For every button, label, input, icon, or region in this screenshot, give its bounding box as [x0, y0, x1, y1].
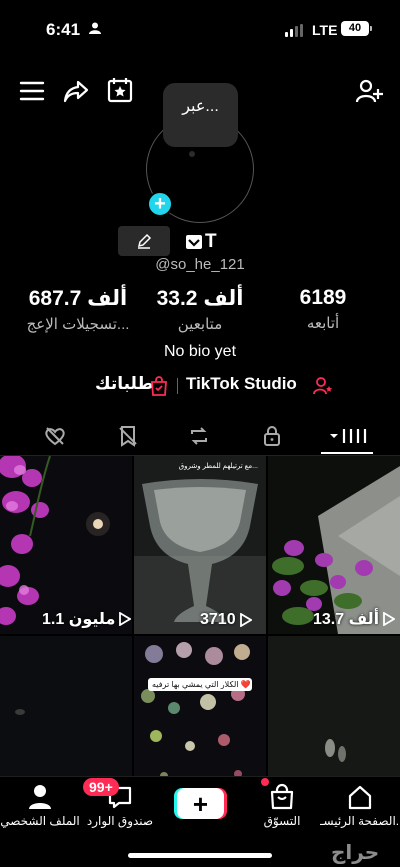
profile-name: T — [205, 231, 217, 252]
view-count: 3710 — [200, 611, 252, 629]
pencil-icon — [137, 233, 152, 249]
edit-name-button[interactable] — [118, 226, 170, 256]
nav-label: صندوق الوارد — [86, 814, 154, 828]
view-count-text: 3710 — [200, 611, 236, 628]
orders-link[interactable]: طلباتك — [95, 374, 154, 394]
watermark-logo: حراج — [331, 842, 380, 864]
tab-videos[interactable] — [314, 418, 380, 454]
inbox-badge: 99+ — [83, 778, 119, 796]
battery-icon: 40 — [341, 21, 372, 36]
stat-label: أتابعه — [306, 315, 340, 332]
view-count: 1.1 مليون — [42, 609, 132, 629]
bookmark-hidden-icon — [119, 426, 137, 447]
creator-icon — [313, 377, 332, 395]
note-bubble[interactable]: عبر... — [163, 83, 238, 147]
stat-value: 6189 — [299, 286, 347, 309]
status-bar: 6:41 LTE 40 — [0, 0, 400, 56]
profile-links: طلباتك TikTok Studio — [0, 374, 400, 398]
tab-private[interactable] — [239, 418, 305, 454]
play-icon — [119, 612, 132, 626]
view-count: 13.7 ألف — [313, 609, 396, 629]
create-button[interactable]: + — [177, 788, 224, 819]
nav-label: التسوّق — [263, 814, 301, 828]
play-icon — [239, 613, 252, 627]
tiktok-studio-link[interactable]: TikTok Studio — [186, 374, 297, 394]
add-friend-icon[interactable] — [355, 77, 383, 105]
nav-home[interactable]: الصفحة الرئيسـ... — [320, 783, 400, 828]
video-thumbnail[interactable]: مع ترتيلهم للمطر وشروق... 3710 — [134, 456, 266, 634]
shopping-bag-icon — [270, 783, 294, 810]
active-tab-indicator — [321, 452, 373, 454]
tab-reposts[interactable] — [166, 418, 232, 454]
home-indicator — [128, 853, 272, 858]
calendar-star-icon[interactable] — [106, 76, 134, 104]
video-thumbnail[interactable]: 1.1 مليون — [0, 456, 132, 634]
nav-shop[interactable]: التسوّق — [242, 783, 322, 828]
lock-icon — [264, 426, 280, 446]
stat-value: 687.7 ألف — [28, 287, 128, 310]
shop-notification-dot — [261, 778, 269, 786]
signal-icon — [285, 24, 303, 37]
share-icon[interactable] — [62, 77, 90, 105]
username: @so_he_121 — [155, 256, 245, 273]
person-icon — [29, 785, 51, 809]
note-bubble-text: عبر... — [182, 98, 219, 115]
view-count-text: 13.7 ألف — [313, 611, 380, 628]
home-icon — [348, 785, 372, 810]
nav-profile[interactable]: الملف الشخصي — [0, 783, 80, 828]
tab-liked[interactable] — [22, 418, 88, 454]
stat-label: تسجيلات الإعج... — [26, 316, 130, 333]
view-count-text: 1.1 مليون — [42, 611, 116, 628]
grid-dropdown-icon — [330, 429, 367, 443]
video-thumbnail-image — [134, 456, 266, 634]
nav-label: الصفحة الرئيسـ... — [320, 814, 400, 828]
stat-followers[interactable]: 33.2 ألف متابعين — [135, 286, 265, 333]
nav-label: الملف الشخصي — [0, 814, 80, 828]
shopping-bag-icon — [151, 376, 167, 396]
menu-icon[interactable] — [18, 77, 46, 105]
divider — [177, 378, 178, 394]
play-icon — [383, 612, 396, 626]
add-photo-button[interactable]: + — [147, 191, 173, 217]
stat-label: متابعين — [177, 316, 223, 333]
video-thumbnail-image — [0, 456, 132, 634]
stat-value: 33.2 ألف — [156, 287, 244, 310]
status-time: 6:41 — [46, 20, 81, 39]
video-thumbnail-image — [268, 456, 400, 634]
repost-icon — [191, 427, 207, 445]
heart-hidden-icon — [45, 427, 65, 446]
stat-likes[interactable]: 687.7 ألف تسجيلات الإعج... — [13, 286, 143, 333]
tab-favorites[interactable] — [95, 418, 161, 454]
network-label: LTE — [312, 22, 338, 38]
video-caption: مع ترتيلهم للمطر وشروق... — [178, 463, 258, 470]
video-thumbnail[interactable]: 13.7 ألف — [268, 456, 400, 634]
video-caption: الكلار التي يمشي بها ترفيه ❤️ — [148, 678, 252, 691]
note-bubble-tail — [189, 151, 195, 157]
person-icon — [89, 22, 101, 34]
chevron-down-icon[interactable] — [186, 235, 202, 249]
bio[interactable]: No bio yet — [0, 343, 400, 361]
stat-following[interactable]: 6189 أتابعه — [258, 286, 388, 332]
content-tabs — [0, 418, 400, 454]
